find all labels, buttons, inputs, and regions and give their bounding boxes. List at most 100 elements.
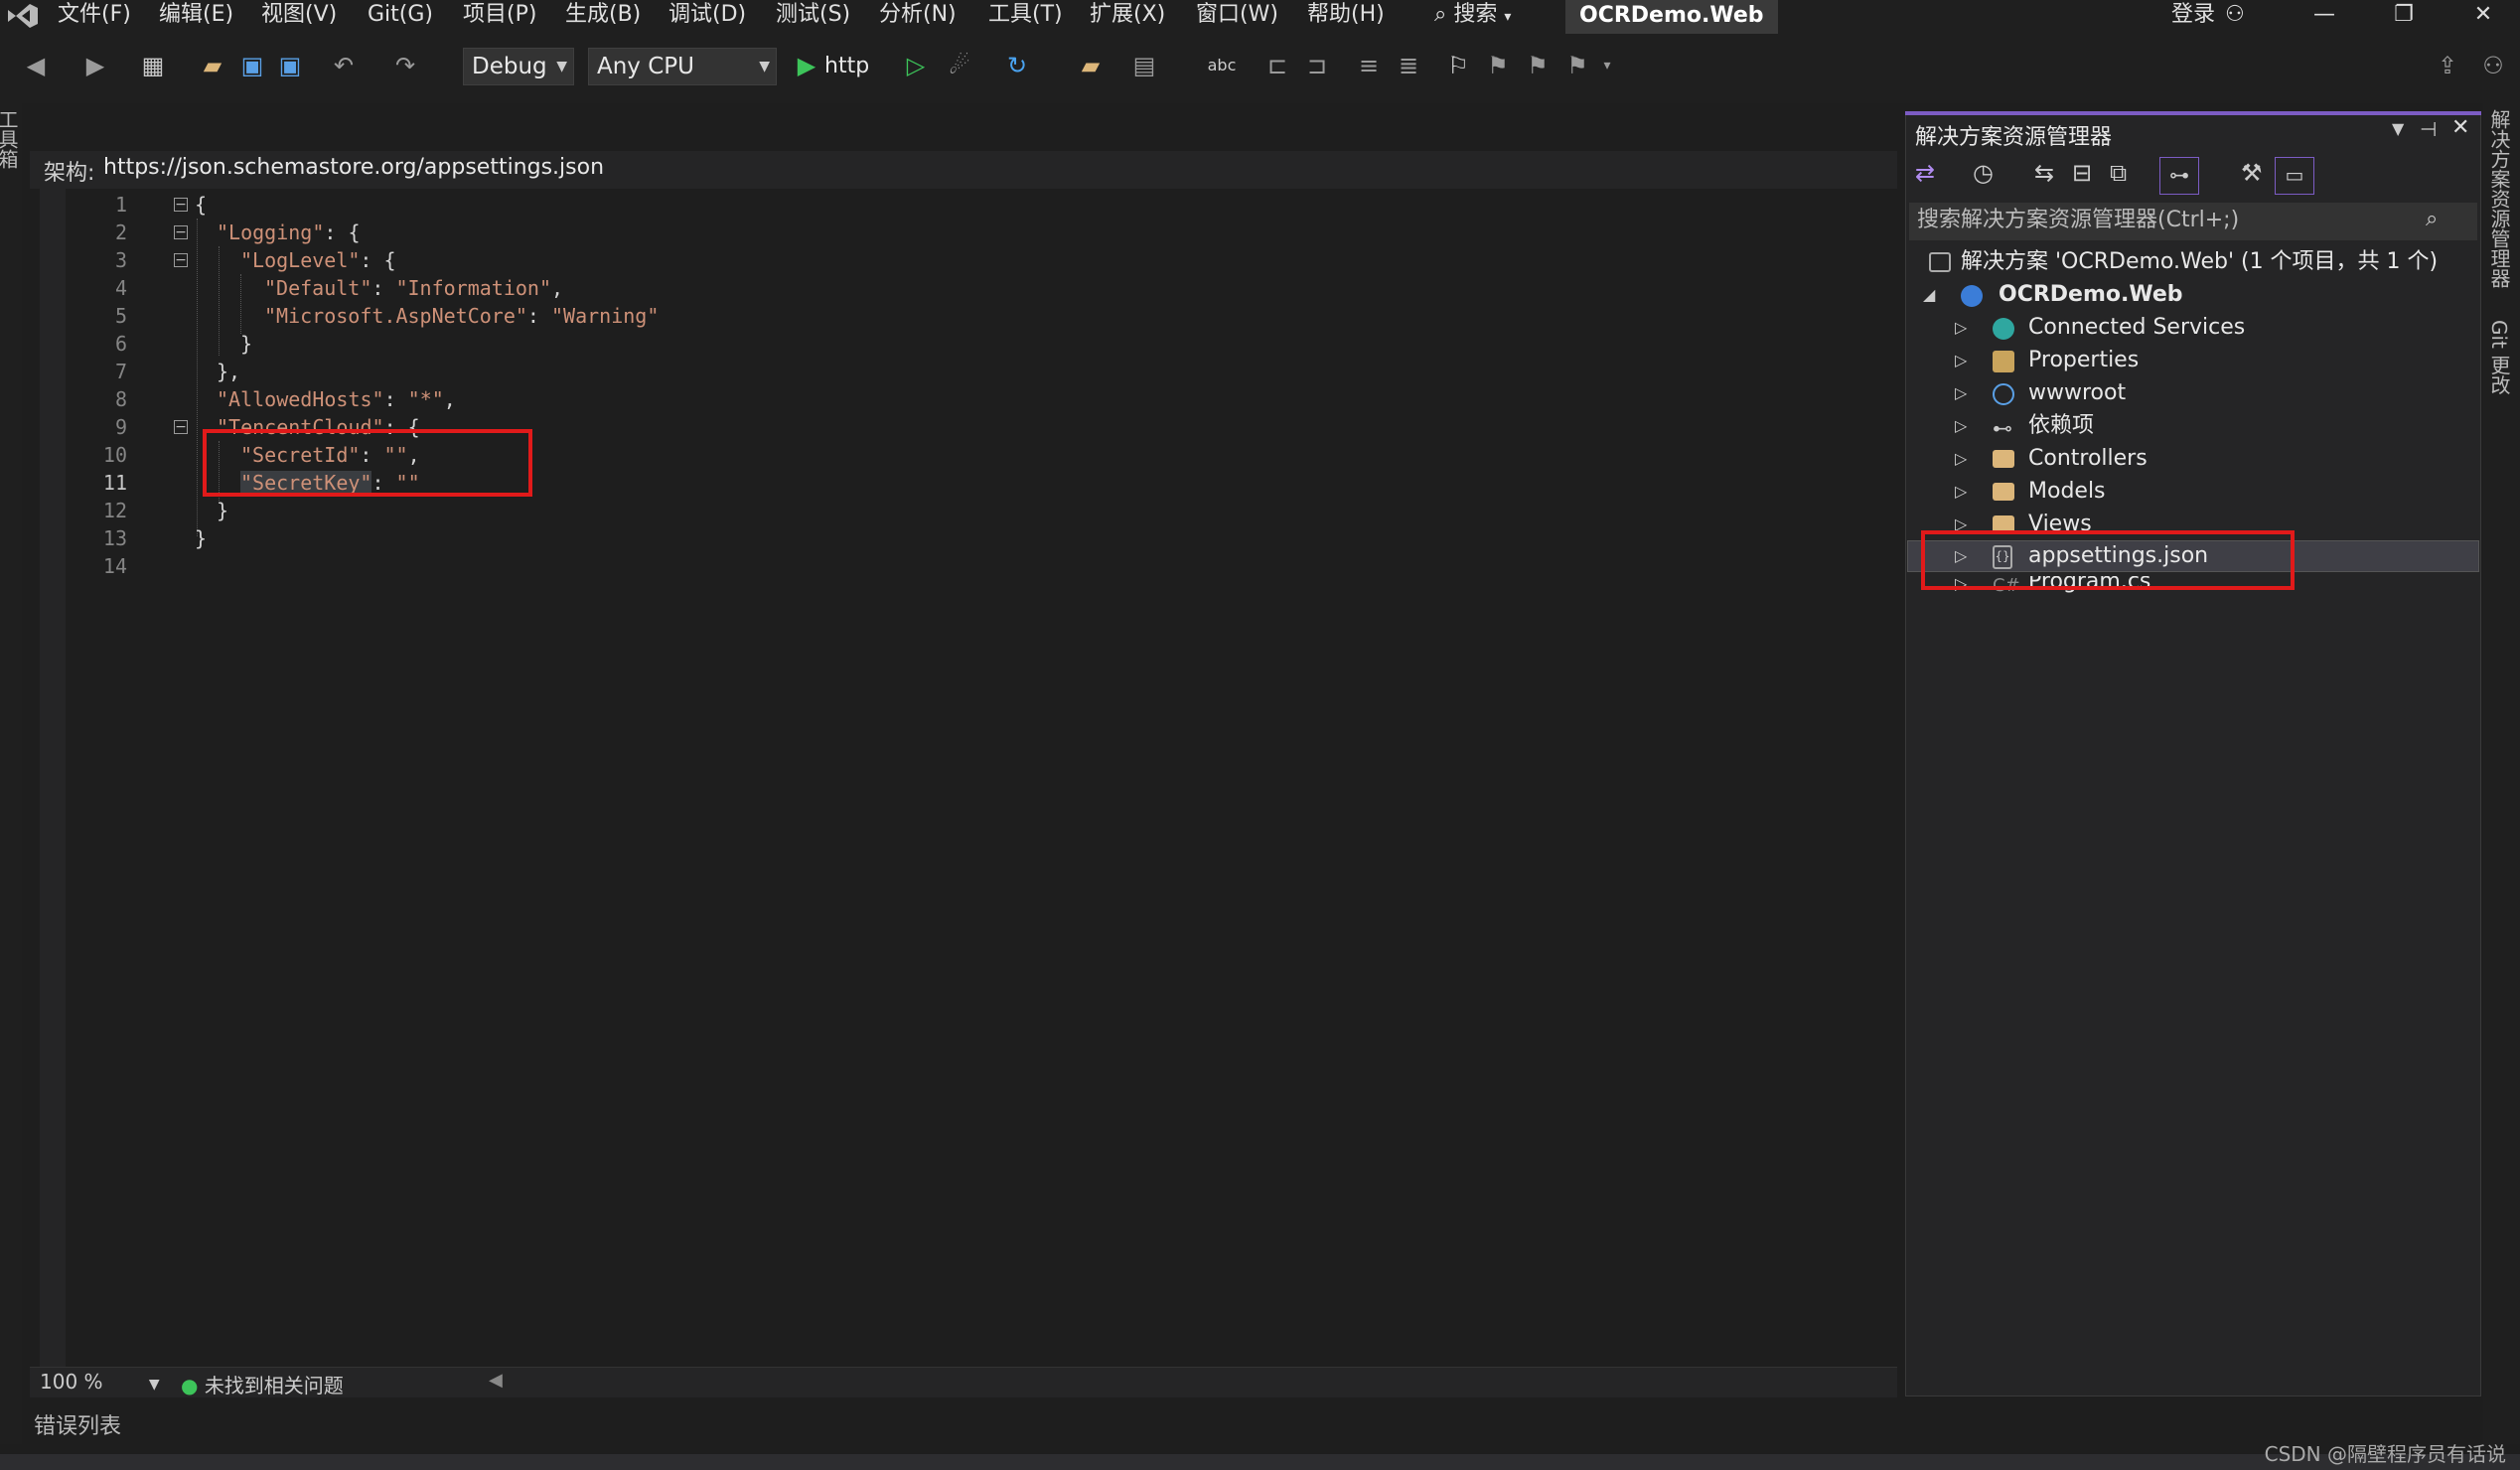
- browser-link-icon[interactable]: ▤: [1128, 50, 1160, 81]
- collapsed-arrow-icon[interactable]: ▷: [1955, 345, 1967, 376]
- menu-extensions[interactable]: 扩展(X): [1090, 0, 1165, 34]
- undo-icon[interactable]: ↶: [328, 50, 360, 81]
- clear-bookmarks-icon[interactable]: ⚑: [1561, 50, 1593, 81]
- schema-url[interactable]: https://json.schemastore.org/appsettings…: [103, 155, 604, 180]
- bookmark-icon[interactable]: ⚐: [1442, 50, 1474, 81]
- save-all-icon[interactable]: ▣: [274, 50, 306, 81]
- error-list-tab[interactable]: 错误列表: [34, 1408, 121, 1440]
- comment-icon[interactable]: ≡: [1353, 50, 1385, 81]
- search-icon[interactable]: ⌕: [2426, 207, 2438, 231]
- redo-icon[interactable]: ↷: [389, 50, 421, 81]
- tree-item-models[interactable]: ▷ Models: [1955, 476, 2106, 508]
- refresh-icon[interactable]: ↻: [1001, 50, 1033, 81]
- collapsed-arrow-icon[interactable]: ▷: [1955, 509, 1967, 532]
- tree-item-dependencies[interactable]: ▷ ⊷ 依赖项: [1955, 410, 2094, 442]
- hot-reload-icon[interactable]: ☄: [944, 50, 975, 81]
- menu-build[interactable]: 生成(B): [565, 0, 641, 34]
- align-icon[interactable]: ⊏: [1261, 50, 1293, 81]
- editor-margin: [40, 189, 66, 1367]
- check-circle-icon: ●: [181, 1374, 199, 1397]
- open-folder-icon[interactable]: ▰: [197, 50, 228, 81]
- navigate-forward-icon[interactable]: ▶: [79, 50, 111, 81]
- pin-icon[interactable]: ⊣: [2420, 117, 2437, 141]
- spell-check-icon[interactable]: abc: [1206, 50, 1238, 81]
- issues-indicator[interactable]: ● 未找到相关问题: [181, 1370, 344, 1398]
- collapse-icon[interactable]: −: [174, 198, 188, 212]
- tree-item-wwwroot[interactable]: ▷ wwwroot: [1955, 377, 2126, 409]
- run-profile-label[interactable]: http: [824, 52, 869, 85]
- menu-view[interactable]: 视图(V): [261, 0, 337, 34]
- tree-item-connected-services[interactable]: ▷ Connected Services: [1955, 312, 2245, 344]
- close-window-button[interactable]: ✕: [2453, 0, 2513, 34]
- switch-views-icon[interactable]: ⇄: [1915, 159, 1935, 187]
- start-without-debugging-icon[interactable]: ▷: [900, 50, 932, 81]
- preview-selected-icon[interactable]: ▭: [2275, 157, 2314, 195]
- solution-node[interactable]: 解决方案 'OCRDemo.Web' (1 个项目，共 1 个): [1929, 246, 2438, 278]
- collapse-icon[interactable]: −: [174, 225, 188, 239]
- line-number: 3: [114, 248, 127, 272]
- collapse-icon[interactable]: −: [174, 253, 188, 267]
- save-icon[interactable]: ▣: [236, 50, 268, 81]
- collapsed-arrow-icon[interactable]: ▷: [1955, 312, 1967, 344]
- show-all-files-icon[interactable]: ⧉: [2110, 159, 2127, 187]
- zoom-dropdown[interactable]: 100 % ▼: [40, 1370, 160, 1394]
- minimize-button[interactable]: —: [2295, 0, 2354, 34]
- solution-search-input[interactable]: 搜索解决方案资源管理器(Ctrl+;): [1909, 203, 2477, 240]
- pending-changes-icon[interactable]: ◷: [1973, 159, 1994, 187]
- project-node[interactable]: ◢ OCRDemo.Web: [1923, 279, 2183, 311]
- previous-bookmark-icon[interactable]: ⚑: [1482, 50, 1514, 81]
- json-punct: : {: [324, 220, 361, 244]
- git-changes-tab[interactable]: Git 更改: [2485, 320, 2514, 394]
- feedback-icon[interactable]: ⚇: [2477, 50, 2509, 81]
- menu-git[interactable]: Git(G): [368, 0, 433, 34]
- sync-with-document-icon[interactable]: ⇆: [2034, 159, 2054, 187]
- close-panel-icon[interactable]: ✕: [2451, 115, 2469, 140]
- sign-in-link[interactable]: 登录: [2171, 0, 2215, 34]
- scroll-left-icon[interactable]: ◀: [489, 1370, 503, 1391]
- format-icon[interactable]: ⊐: [1301, 50, 1333, 81]
- collapse-all-icon[interactable]: ⊟: [2072, 159, 2092, 187]
- navigate-back-icon[interactable]: ◀: [20, 50, 52, 81]
- solution-explorer-tab[interactable]: 解决方案资源管理器: [2485, 109, 2514, 288]
- restore-button[interactable]: ❐: [2374, 0, 2434, 34]
- collapse-icon[interactable]: −: [174, 420, 188, 434]
- menu-help[interactable]: 帮助(H): [1307, 0, 1385, 34]
- toolbar-overflow-icon[interactable]: ▾: [1591, 50, 1623, 81]
- menu-file[interactable]: 文件(F): [58, 0, 131, 34]
- menu-tools[interactable]: 工具(T): [988, 0, 1063, 34]
- configuration-dropdown[interactable]: Debug ▼: [463, 48, 574, 85]
- collapsed-arrow-icon[interactable]: ▷: [1955, 410, 1967, 442]
- live-share-icon[interactable]: ⇪: [2432, 50, 2463, 81]
- panel-options-icon[interactable]: ▼: [2392, 119, 2404, 138]
- toolbox-tab[interactable]: 工具箱: [0, 109, 22, 169]
- menu-debug[interactable]: 调试(D): [668, 0, 746, 34]
- menu-analyze[interactable]: 分析(N): [879, 0, 957, 34]
- code-editor[interactable]: [30, 189, 1897, 1367]
- filter-icon[interactable]: ⊶: [2159, 157, 2199, 195]
- folder-icon: [1993, 450, 2014, 468]
- next-bookmark-icon[interactable]: ⚑: [1522, 50, 1554, 81]
- start-debugging-icon[interactable]: ▶: [791, 50, 822, 81]
- new-item-icon[interactable]: ▦: [137, 50, 169, 81]
- properties-icon: [1993, 351, 2014, 372]
- account-icon[interactable]: ⚇: [2225, 0, 2245, 34]
- expanded-arrow-icon[interactable]: ◢: [1923, 279, 1935, 311]
- collapsed-arrow-icon[interactable]: ▷: [1955, 377, 1967, 409]
- open-in-explorer-icon[interactable]: ▰: [1075, 50, 1107, 81]
- menu-window[interactable]: 窗口(W): [1196, 0, 1278, 34]
- properties-wrench-icon[interactable]: ⚒: [2241, 159, 2263, 187]
- search-button[interactable]: ⌕ 搜索 ▾: [1434, 0, 1511, 34]
- line-number: 2: [114, 220, 127, 244]
- code-line-4: "Default": "Information",: [264, 276, 563, 300]
- collapsed-arrow-icon[interactable]: ▷: [1955, 476, 1967, 508]
- menu-edit[interactable]: 编辑(E): [159, 0, 233, 34]
- tree-item-views[interactable]: ▷ Views: [1955, 509, 2092, 532]
- tree-item-properties[interactable]: ▷ Properties: [1955, 345, 2139, 376]
- menu-project[interactable]: 项目(P): [463, 0, 536, 34]
- tree-item-controllers[interactable]: ▷ Controllers: [1955, 443, 2148, 475]
- menu-test[interactable]: 测试(S): [776, 0, 850, 34]
- search-label: 搜索: [1453, 2, 1498, 27]
- uncomment-icon[interactable]: ≣: [1393, 50, 1424, 81]
- platform-dropdown[interactable]: Any CPU ▼: [588, 48, 777, 85]
- collapsed-arrow-icon[interactable]: ▷: [1955, 443, 1967, 475]
